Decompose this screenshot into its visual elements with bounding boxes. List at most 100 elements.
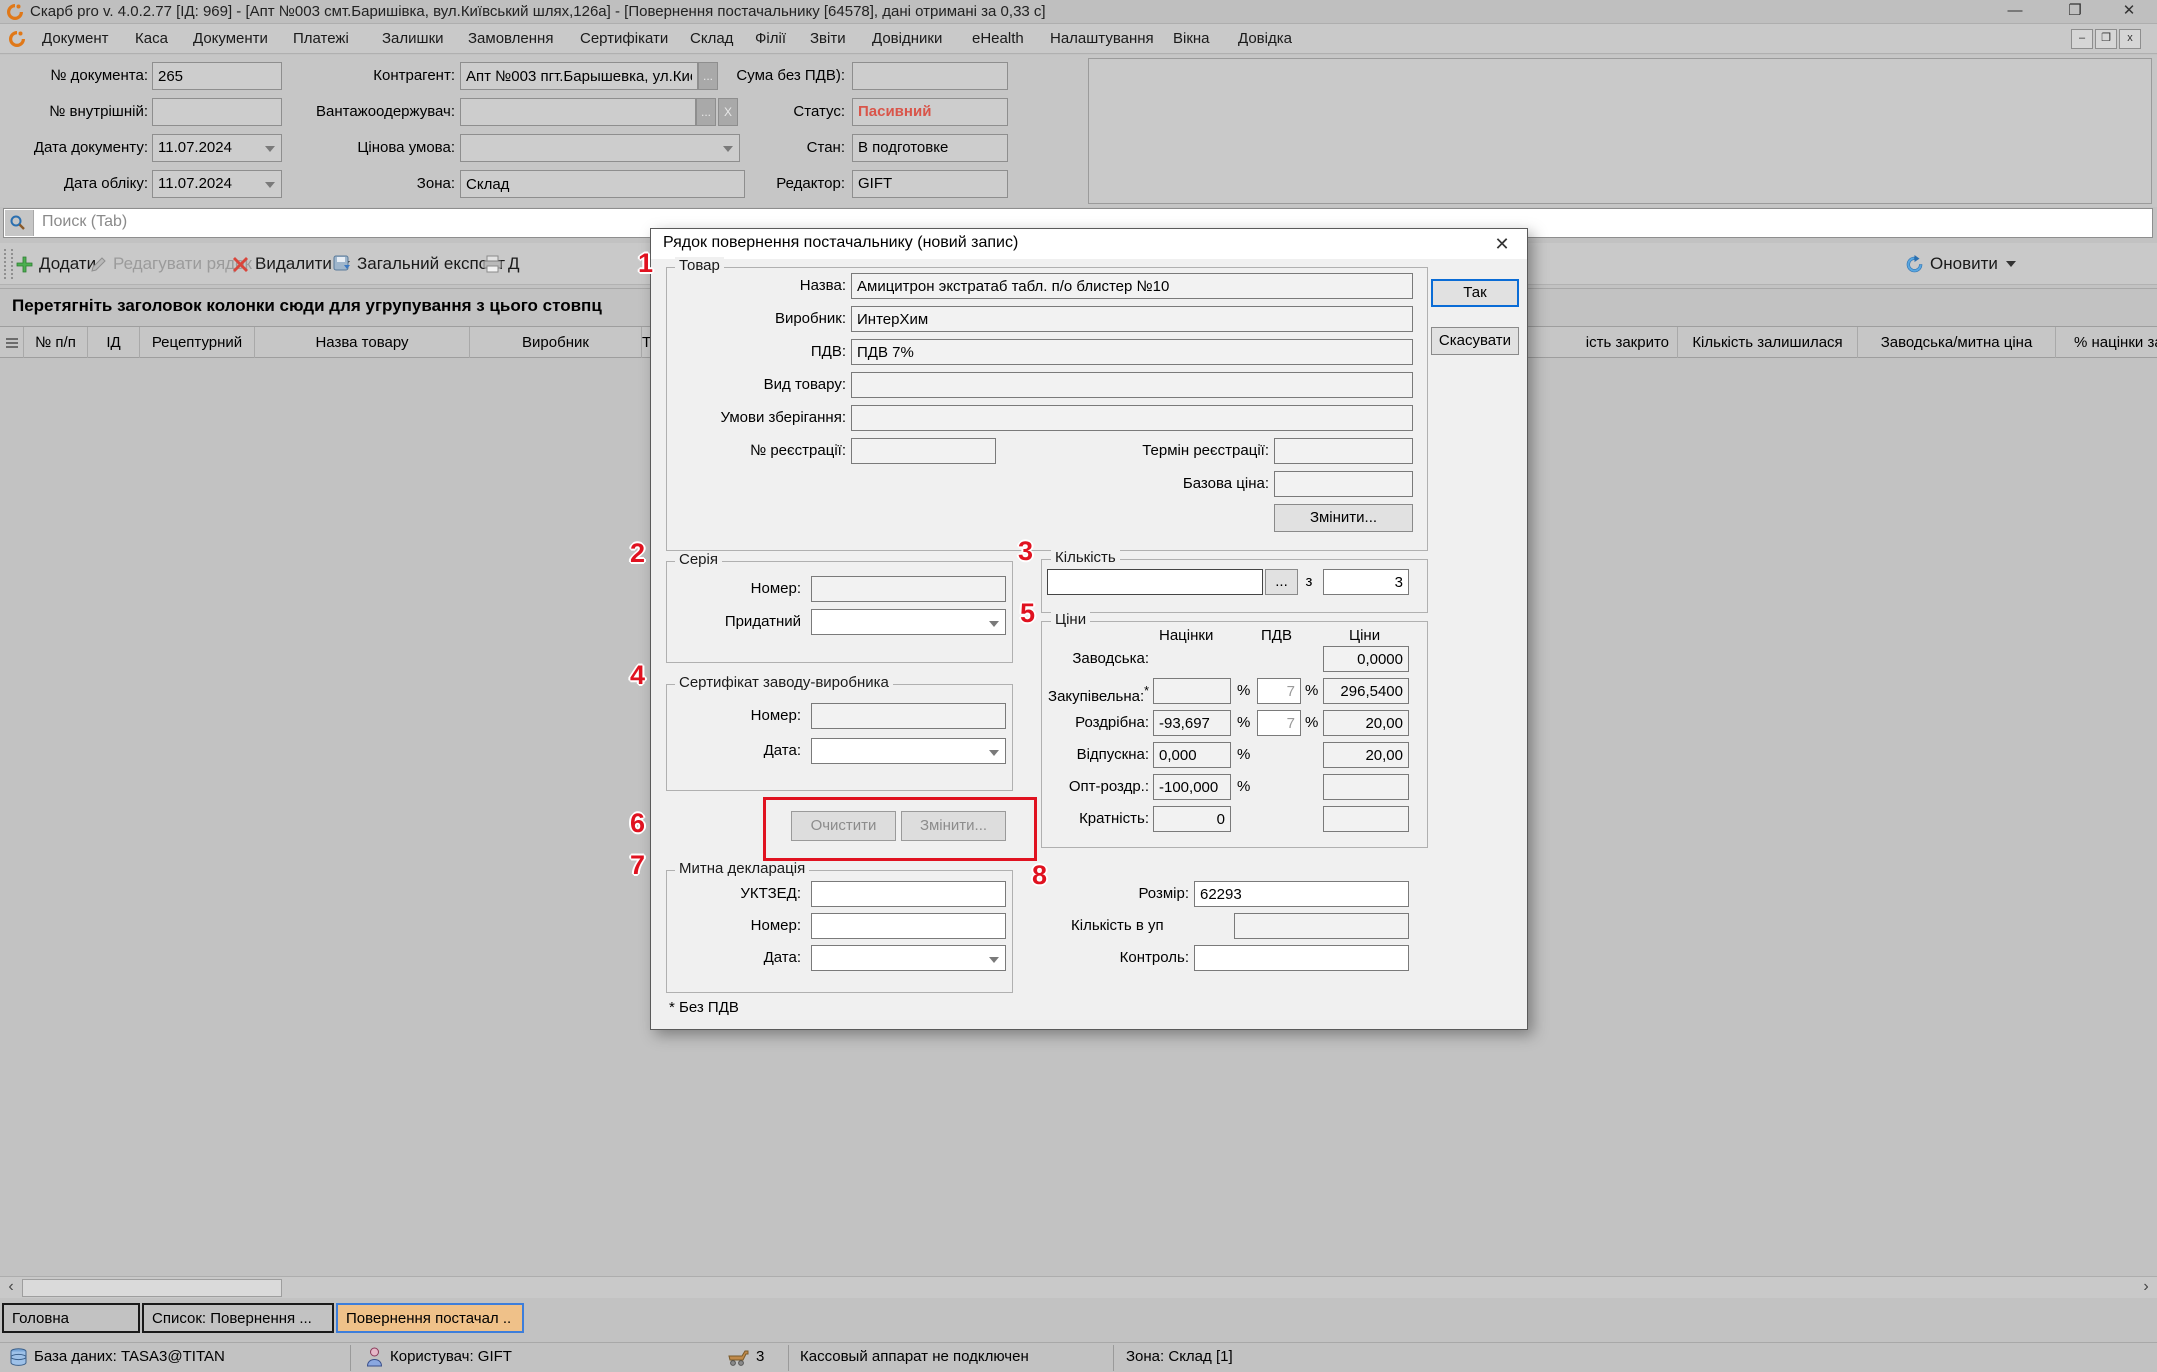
tsiny-col-vat: ПДВ — [1261, 627, 1292, 644]
horizontal-scrollbar[interactable]: ‹ › — [0, 1276, 2157, 1298]
doc-number-field[interactable] — [152, 62, 282, 90]
kratnist-field[interactable] — [1153, 806, 1231, 832]
tab-return-supplier[interactable]: Повернення постачал .. — [336, 1303, 524, 1333]
column-header-markup-partial[interactable]: % націнки за — [2056, 327, 2157, 359]
customs-date-combo[interactable] — [811, 945, 1006, 971]
rozdribna-markup-field[interactable] — [1153, 710, 1231, 736]
refresh-button[interactable]: Оновити — [1905, 250, 2016, 278]
menu-kasa[interactable]: Каса — [125, 28, 178, 50]
reg-number-field[interactable] — [851, 438, 996, 464]
chevron-down-icon[interactable] — [989, 957, 999, 963]
vidpuskna-markup-field[interactable] — [1153, 742, 1231, 768]
row-grip-icon[interactable] — [0, 327, 24, 359]
kilkist-browse-button[interactable]: ... — [1265, 569, 1298, 595]
kratnist-price-field[interactable] — [1323, 806, 1409, 832]
uktzed-field[interactable] — [811, 881, 1006, 907]
opt-markup-field[interactable] — [1153, 774, 1231, 800]
tsiny-col-markup: Націнки — [1159, 627, 1213, 644]
vidpuskna-price-field[interactable] — [1323, 742, 1409, 768]
menu-payments[interactable]: Платежі — [283, 28, 359, 50]
column-header-factory-price[interactable]: Заводська/митна ціна — [1858, 327, 2056, 359]
cancel-button[interactable]: Скасувати — [1431, 327, 1519, 355]
column-header-manufacturer[interactable]: Виробник — [470, 327, 642, 359]
zakup-markup-field[interactable] — [1153, 678, 1231, 704]
mdi-minimize-button[interactable]: – — [2071, 29, 2093, 49]
tovar-change-button[interactable]: Змінити... — [1274, 504, 1413, 532]
toolbar-grip[interactable] — [4, 249, 13, 279]
menu-orders[interactable]: Замовлення — [458, 28, 563, 50]
tovar-manufacturer-field[interactable] — [851, 306, 1413, 332]
scroll-left-arrow[interactable]: ‹ — [0, 1277, 22, 1299]
status-bar: База даних: TASA3@TITAN Користувач: GIFT… — [0, 1342, 2157, 1372]
maximize-button[interactable]: ❐ — [2053, 0, 2097, 23]
kilkist-total-field[interactable] — [1323, 569, 1409, 595]
menu-help[interactable]: Довідка — [1228, 28, 1302, 50]
chevron-down-icon[interactable] — [265, 146, 275, 152]
menu-stock[interactable]: Залишки — [372, 28, 454, 50]
doc-date-combo[interactable]: 11.07.2024 — [152, 134, 282, 162]
tab-list-return[interactable]: Список: Повернення ... — [142, 1303, 334, 1333]
price-zavodska-field[interactable] — [1323, 646, 1409, 672]
customs-number-field[interactable] — [811, 913, 1006, 939]
column-header-name[interactable]: Назва товару — [255, 327, 470, 359]
chevron-down-icon[interactable] — [989, 621, 999, 627]
column-header-recept[interactable]: Рецептурний — [140, 327, 255, 359]
control-field[interactable] — [1194, 945, 1409, 971]
column-header-remaining[interactable]: Кількість залишилася — [1678, 327, 1858, 359]
menu-ehealth[interactable]: eHealth — [962, 28, 1034, 50]
certificate-date-combo[interactable] — [811, 738, 1006, 764]
column-header-closed-partial[interactable]: ість закрито — [1530, 327, 1678, 359]
base-price-field[interactable] — [1274, 471, 1413, 497]
opt-price-field[interactable] — [1323, 774, 1409, 800]
close-button[interactable]: ✕ — [2107, 0, 2151, 23]
mdi-close-button[interactable]: x — [2119, 29, 2141, 49]
export-button[interactable]: Загальний експорт — [333, 250, 505, 278]
tovar-kind-field[interactable] — [851, 372, 1413, 398]
tovar-vat-field[interactable] — [851, 339, 1413, 365]
dialog-title-bar[interactable]: Рядок повернення постачальнику (новий за… — [651, 229, 1527, 259]
certificate-number-field[interactable] — [811, 703, 1006, 729]
menu-reports[interactable]: Звіти — [800, 28, 856, 50]
qty-pack-field[interactable] — [1234, 913, 1409, 939]
contragent-field[interactable] — [460, 62, 698, 90]
ok-button[interactable]: Так — [1431, 279, 1519, 307]
reg-term-field[interactable] — [1274, 438, 1413, 464]
menu-settings[interactable]: Налаштування — [1040, 28, 1164, 50]
menu-documents[interactable]: Документи — [183, 28, 278, 50]
menu-directories[interactable]: Довідники — [862, 28, 952, 50]
tab-golovna[interactable]: Головна — [2, 1303, 140, 1333]
menu-sklad[interactable]: Склад — [680, 28, 743, 50]
print-button[interactable]: Д — [483, 250, 520, 278]
account-date-combo[interactable]: 11.07.2024 — [152, 170, 282, 198]
column-header-npp[interactable]: № п/п — [24, 327, 88, 359]
seriya-number-field[interactable] — [811, 576, 1006, 602]
zakup-vat-field[interactable] — [1257, 678, 1301, 704]
menu-certificates[interactable]: Сертифікати — [570, 28, 678, 50]
menu-windows[interactable]: Вікна — [1163, 28, 1220, 50]
rozdribna-vat-field[interactable] — [1257, 710, 1301, 736]
dialog-close-icon[interactable]: ✕ — [1491, 233, 1513, 255]
percent-sign: % — [1237, 678, 1250, 704]
seriya-valid-combo[interactable] — [811, 609, 1006, 635]
price-condition-combo[interactable] — [460, 134, 740, 162]
rozdribna-price-field[interactable] — [1323, 710, 1409, 736]
scrollbar-thumb[interactable] — [22, 1279, 282, 1297]
size-field[interactable] — [1194, 881, 1409, 907]
minimize-button[interactable]: — — [1993, 0, 2037, 23]
chevron-down-icon[interactable] — [265, 182, 275, 188]
tovar-name-field[interactable] — [851, 273, 1413, 299]
tovar-storage-field[interactable] — [851, 405, 1413, 431]
scroll-right-arrow[interactable]: › — [2135, 1277, 2157, 1299]
consignee-field[interactable] — [460, 98, 696, 126]
add-button[interactable]: Додати — [16, 250, 96, 278]
menu-document[interactable]: Документ — [32, 28, 119, 50]
chevron-down-icon[interactable] — [989, 750, 999, 756]
edit-row-button[interactable]: Редагувати рядок — [90, 250, 252, 278]
kilkist-input[interactable] — [1047, 569, 1263, 595]
sum-no-vat-field[interactable] — [852, 62, 1008, 90]
menu-filii[interactable]: Філії — [745, 28, 796, 50]
internal-number-field[interactable] — [152, 98, 282, 126]
mdi-restore-button[interactable]: ❐ — [2095, 29, 2117, 49]
column-header-id[interactable]: ІД — [88, 327, 140, 359]
zakup-price-field[interactable] — [1323, 678, 1409, 704]
